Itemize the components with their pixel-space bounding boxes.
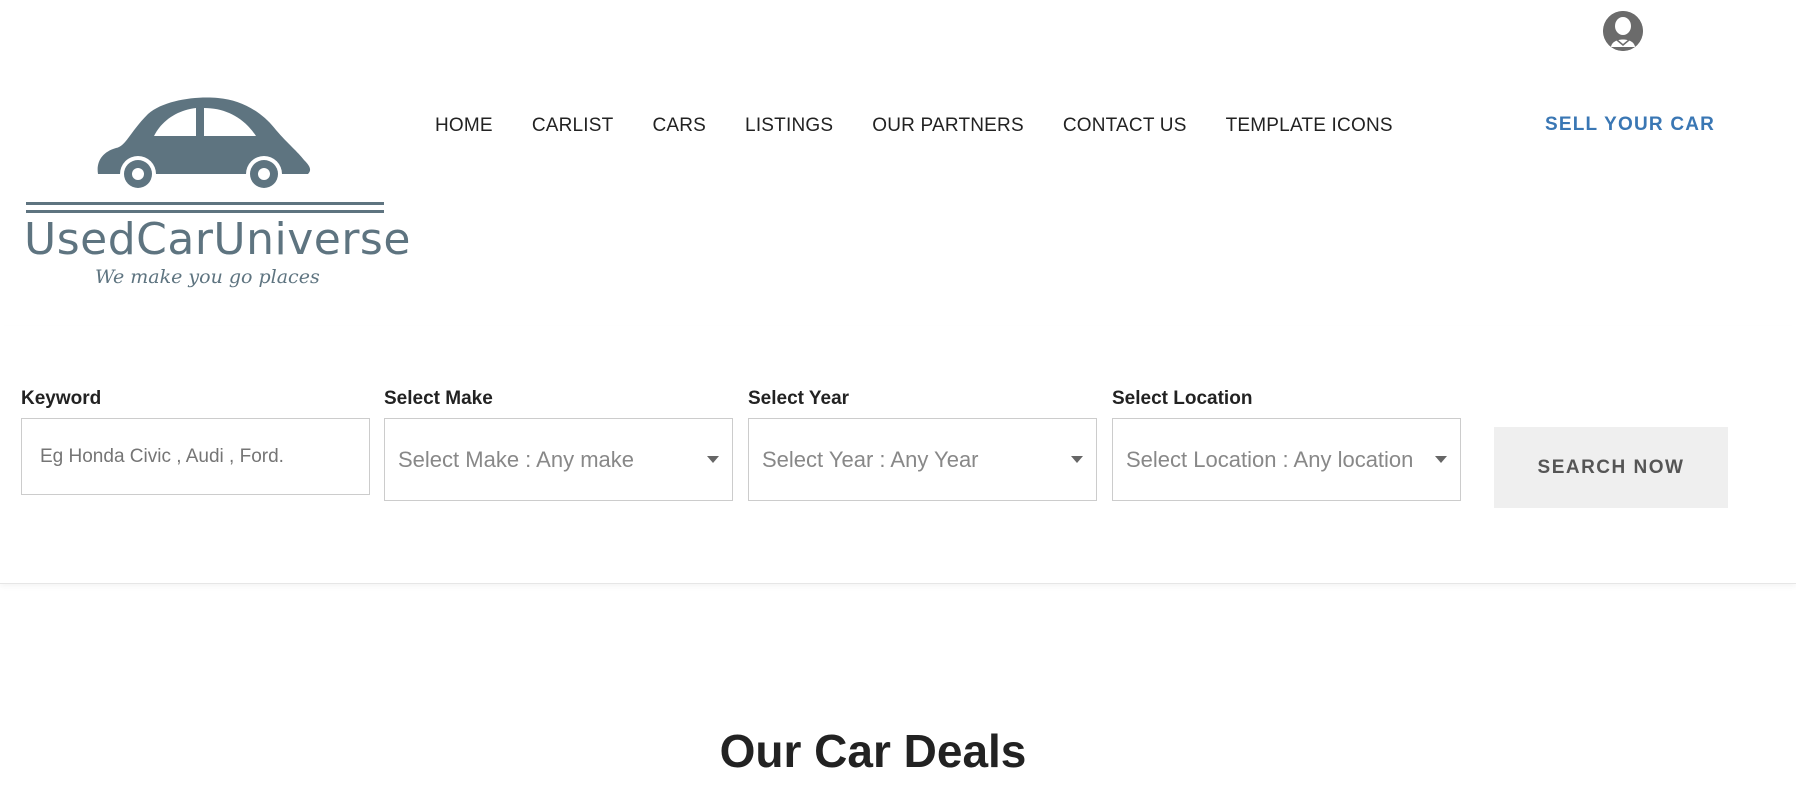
nav-item-template-icons[interactable]: TEMPLATE ICONS [1226,115,1393,141]
logo-rule [26,210,384,213]
nav-item-home[interactable]: HOME [435,115,493,141]
logo-rule [26,202,384,205]
location-select[interactable]: Select Location : Any location [1112,418,1461,501]
make-label: Select Make [384,388,493,409]
page: UsedCarUniverse We make you go places HO… [0,0,1796,791]
make-field: Select Make Select Make : Any make [384,388,733,501]
car-logo-icon [97,97,311,192]
year-select-value: Select Year : Any Year [762,446,979,472]
nav-item-our-partners[interactable]: OUR PARTNERS [872,115,1024,141]
site-header: UsedCarUniverse We make you go places HO… [0,0,1796,326]
search-bar: Keyword Select Make Select Make : Any ma… [0,326,1796,584]
chevron-down-icon [1071,456,1083,463]
location-field: Select Location Select Location : Any lo… [1112,388,1461,501]
main-nav: HOME CARLIST CARS LISTINGS OUR PARTNERS … [435,115,1393,141]
logo-brand-text: UsedCarUniverse [24,214,411,265]
keyword-input[interactable] [21,418,370,495]
nav-item-contact-us[interactable]: CONTACT US [1063,115,1187,141]
user-profile-icon[interactable] [1603,11,1643,51]
make-select-value: Select Make : Any make [398,446,634,472]
section-title: Our Car Deals [719,725,1027,777]
location-select-value: Select Location : Any location [1126,446,1414,472]
nav-item-carlist[interactable]: CARLIST [532,115,614,141]
chevron-down-icon [1435,456,1447,463]
year-field: Select Year Select Year : Any Year [748,388,1097,501]
site-logo[interactable]: UsedCarUniverse We make you go places [22,96,410,296]
nav-item-listings[interactable]: LISTINGS [745,115,833,141]
year-select[interactable]: Select Year : Any Year [748,418,1097,501]
logo-tagline: We make you go places [95,266,320,288]
location-label: Select Location [1112,388,1253,409]
keyword-field: Keyword [21,388,370,495]
search-now-button[interactable]: SEARCH NOW [1494,427,1728,508]
sell-your-car-link[interactable]: SELL YOUR CAR [1545,114,1715,136]
chevron-down-icon [707,456,719,463]
make-select[interactable]: Select Make : Any make [384,418,733,501]
year-label: Select Year [748,388,850,409]
keyword-label: Keyword [21,388,102,409]
nav-item-cars[interactable]: CARS [652,115,706,141]
